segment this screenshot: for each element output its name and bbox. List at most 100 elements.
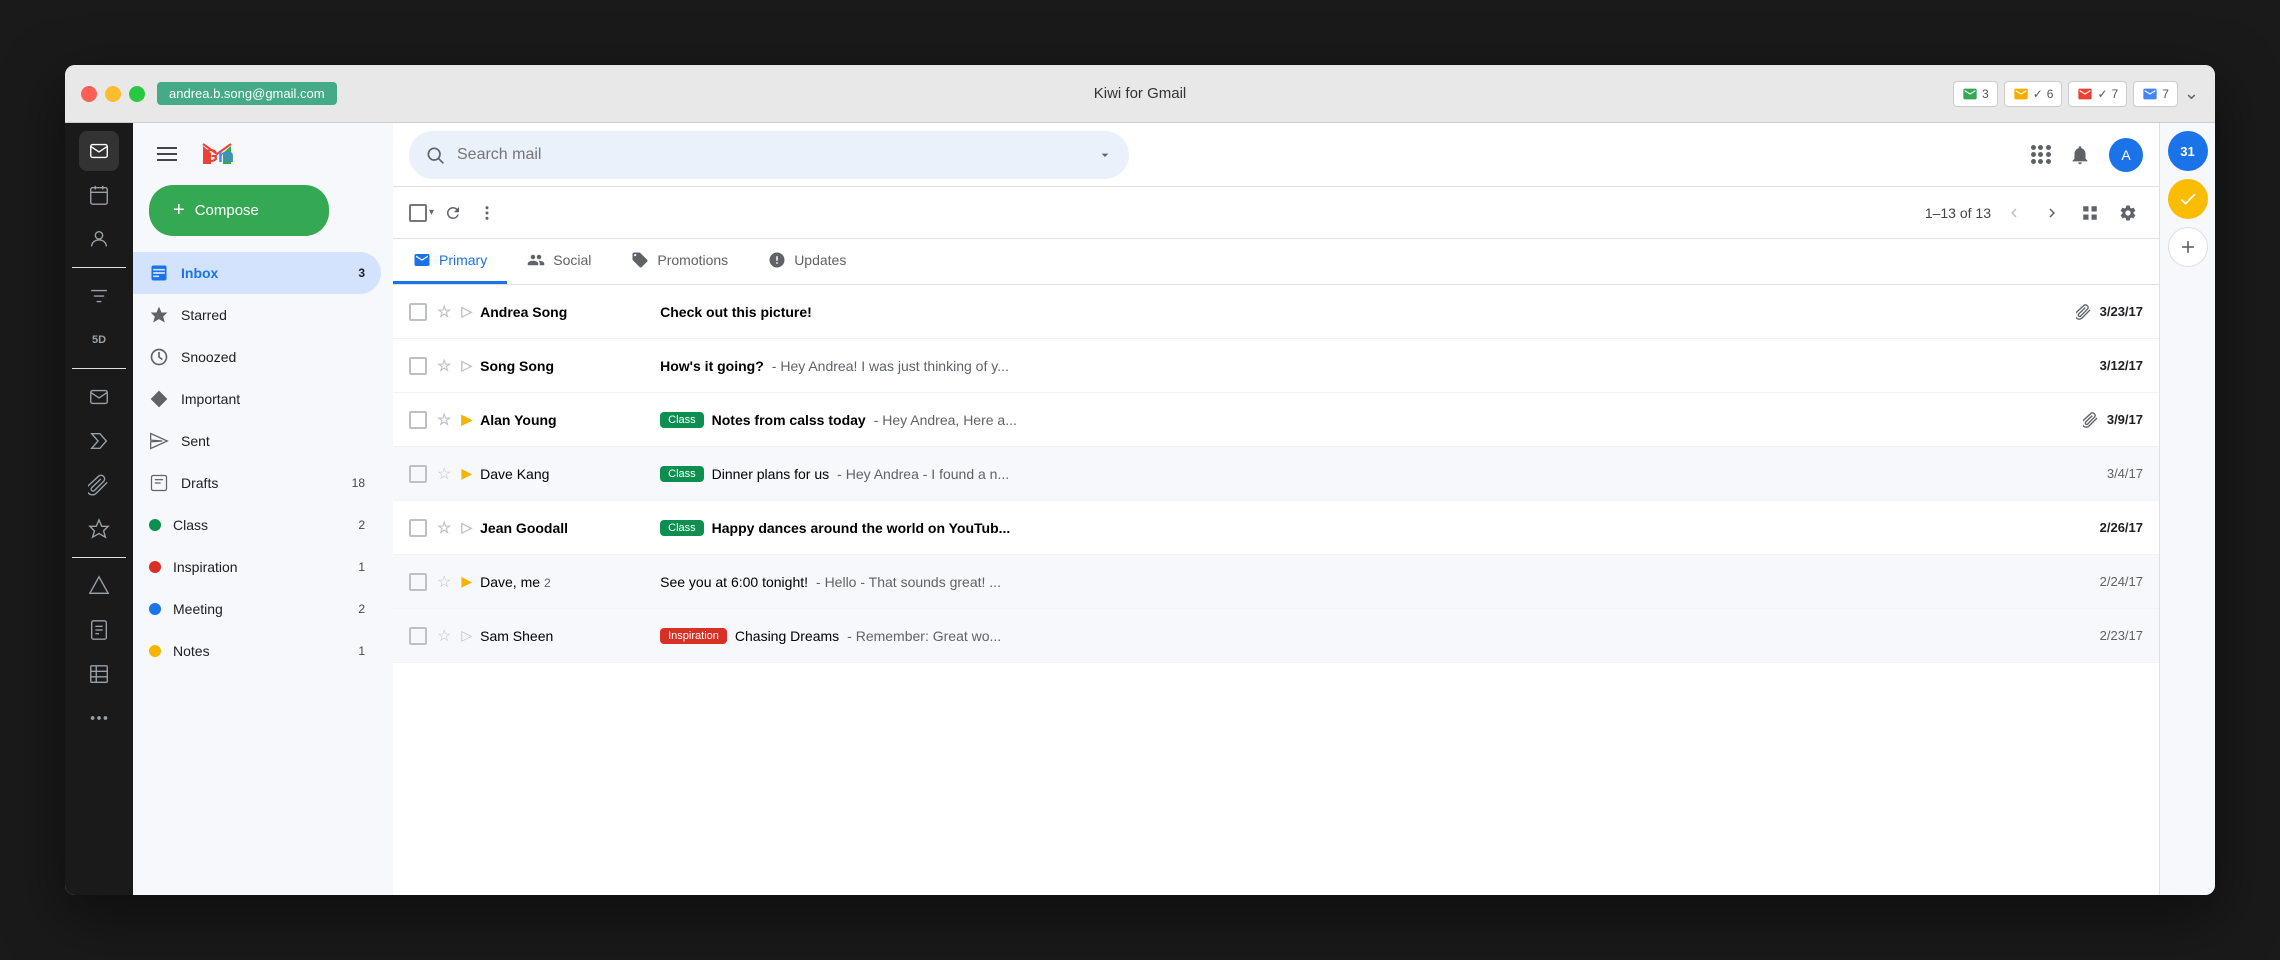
select-all-wrap[interactable]: ▾ xyxy=(409,204,434,222)
minimize-button[interactable] xyxy=(105,86,121,102)
sidebar-icon-drive[interactable] xyxy=(79,566,119,606)
user-avatar[interactable]: A xyxy=(2109,138,2143,172)
email-forward-2[interactable]: ▷ xyxy=(461,357,472,374)
sidebar-icon-starred[interactable] xyxy=(79,509,119,549)
email-date-5: 2/26/17 xyxy=(2100,520,2143,535)
sent-label: Sent xyxy=(181,433,210,449)
email-checkbox-2[interactable] xyxy=(409,357,427,375)
search-input-wrap[interactable] xyxy=(409,131,1129,179)
email-checkbox-4[interactable] xyxy=(409,465,427,483)
email-forward-4[interactable]: ▶ xyxy=(461,465,472,482)
star-icon xyxy=(149,305,169,325)
email-checkbox-7[interactable] xyxy=(409,627,427,645)
email-checkbox-3[interactable] xyxy=(409,411,427,429)
email-checkbox-1[interactable] xyxy=(409,303,427,321)
sidebar-item-starred[interactable]: Starred xyxy=(133,294,381,336)
email-row-3[interactable]: ☆ ▶ Alan Young Class Notes from calss to… xyxy=(393,393,2159,447)
select-all-checkbox[interactable] xyxy=(409,204,427,222)
select-dropdown-arrow[interactable]: ▾ xyxy=(429,207,434,218)
email-checkbox-6[interactable] xyxy=(409,573,427,591)
gmail-sidebar: Gmail + Compose Inbox 3 Starred xyxy=(133,123,393,895)
sidebar-item-inbox[interactable]: Inbox 3 xyxy=(133,252,381,294)
email-star-1[interactable]: ☆ xyxy=(437,302,451,322)
tab-promotions[interactable]: Promotions xyxy=(611,239,748,284)
notes-dot xyxy=(149,645,161,657)
account-email[interactable]: andrea.b.song@gmail.com xyxy=(157,82,337,105)
apps-grid-icon[interactable] xyxy=(2031,145,2051,164)
sidebar-icon-filter[interactable] xyxy=(79,276,119,316)
email-star-4[interactable]: ☆ xyxy=(437,464,451,484)
tab-updates[interactable]: Updates xyxy=(748,239,866,284)
sidebar-icon-mail2[interactable] xyxy=(79,377,119,417)
email-star-5[interactable]: ☆ xyxy=(437,518,451,538)
email-row-1[interactable]: ☆ ▷ Andrea Song Check out this picture! … xyxy=(393,285,2159,339)
email-star-2[interactable]: ☆ xyxy=(437,356,451,376)
tab-primary-label: Primary xyxy=(439,252,487,268)
email-row-5[interactable]: ☆ ▷ Jean Goodall Class Happy dances arou… xyxy=(393,501,2159,555)
important-icon xyxy=(149,389,169,409)
email-row-2[interactable]: ☆ ▷ Song Song How's it going? - Hey Andr… xyxy=(393,339,2159,393)
inbox-icon xyxy=(149,263,169,283)
email-preview-7: - Remember: Great wo... xyxy=(847,628,1001,644)
more-apps-icon[interactable]: ⌄ xyxy=(2184,83,2199,104)
refresh-button[interactable] xyxy=(438,198,468,228)
email-forward-1[interactable]: ▷ xyxy=(461,303,472,320)
email-star-3[interactable]: ☆ xyxy=(437,410,451,430)
email-row-6[interactable]: ☆ ▶ Dave, me 2 See you at 6:00 tonight! … xyxy=(393,555,2159,609)
hamburger-menu[interactable] xyxy=(149,139,185,169)
sidebar-icon-calendar[interactable] xyxy=(79,175,119,215)
email-row-4[interactable]: ☆ ▶ Dave Kang Class Dinner plans for us … xyxy=(393,447,2159,501)
view-options-button[interactable] xyxy=(2075,198,2105,228)
sidebar-item-snoozed[interactable]: Snoozed xyxy=(133,336,381,378)
email-star-7[interactable]: ☆ xyxy=(437,626,451,646)
email-forward-7[interactable]: ▷ xyxy=(461,627,472,644)
compose-button[interactable]: + Compose xyxy=(149,185,329,236)
email-star-6[interactable]: ☆ xyxy=(437,572,451,592)
right-calendar-btn[interactable]: 31 xyxy=(2168,131,2208,171)
email-forward-5[interactable]: ▷ xyxy=(461,519,472,536)
sidebar-icon-gmail[interactable] xyxy=(79,131,119,171)
toolbar-right: 1–13 of 13 xyxy=(1925,198,2143,228)
sidebar-item-important[interactable]: Important xyxy=(133,378,381,420)
sidebar-icon-doc[interactable] xyxy=(79,610,119,650)
next-page-button[interactable] xyxy=(2037,198,2067,228)
right-add-btn[interactable] xyxy=(2168,227,2208,267)
close-button[interactable] xyxy=(81,86,97,102)
tab-social[interactable]: Social xyxy=(507,239,611,284)
email-row-7[interactable]: ☆ ▷ Sam Sheen Inspiration Chasing Dreams… xyxy=(393,609,2159,663)
prev-page-button[interactable] xyxy=(1999,198,2029,228)
sidebar-item-class[interactable]: Class 2 xyxy=(133,504,381,546)
email-date-4: 3/4/17 xyxy=(2107,466,2143,481)
class-label: Class xyxy=(173,517,208,533)
search-bar: A xyxy=(393,123,2159,187)
sidebar-item-sent[interactable]: Sent xyxy=(133,420,381,462)
mail-count-2: 6 xyxy=(2047,87,2054,101)
meeting-dot xyxy=(149,603,161,615)
search-dropdown-icon[interactable] xyxy=(1097,147,1113,163)
sidebar-icon-contacts[interactable] xyxy=(79,219,119,259)
email-forward-3[interactable]: ▶ xyxy=(461,411,472,428)
sidebar-icon-label[interactable] xyxy=(79,421,119,461)
sidebar-icon-sheets[interactable] xyxy=(79,654,119,694)
email-checkbox-5[interactable] xyxy=(409,519,427,537)
email-preview-6: - Hello - That sounds great! ... xyxy=(816,574,1001,590)
sidebar-icon-more[interactable] xyxy=(79,698,119,738)
sidebar-icon-attachment[interactable] xyxy=(79,465,119,505)
sidebar-item-meeting[interactable]: Meeting 2 xyxy=(133,588,381,630)
settings-button[interactable] xyxy=(2113,198,2143,228)
email-sender-5: Jean Goodall xyxy=(480,520,640,536)
maximize-button[interactable] xyxy=(129,86,145,102)
tab-primary[interactable]: Primary xyxy=(393,239,507,284)
sidebar-icon-5d[interactable]: 5D xyxy=(79,320,119,360)
sidebar-item-inspiration[interactable]: Inspiration 1 xyxy=(133,546,381,588)
email-forward-6[interactable]: ▶ xyxy=(461,573,472,590)
notifications-bell[interactable] xyxy=(2063,138,2097,172)
email-subject-4: Class Dinner plans for us - Hey Andrea -… xyxy=(660,466,2087,482)
right-tasks-btn[interactable] xyxy=(2168,179,2208,219)
sidebar-item-drafts[interactable]: Drafts 18 xyxy=(133,462,381,504)
sidebar-item-notes[interactable]: Notes 1 xyxy=(133,630,381,672)
inbox-label: Inbox xyxy=(181,265,218,281)
more-options-button[interactable] xyxy=(472,198,502,228)
email-tag-inspiration-7: Inspiration xyxy=(660,628,727,644)
search-input[interactable] xyxy=(457,146,1097,164)
